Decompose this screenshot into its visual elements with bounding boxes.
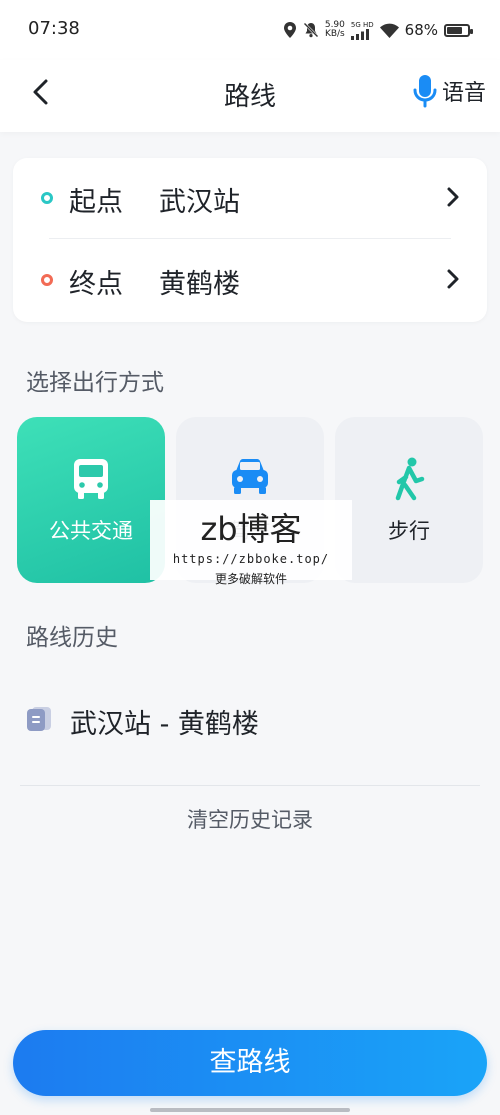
voice-label: 语音 <box>441 81 486 106</box>
signal-icon <box>350 28 369 40</box>
start-dot-icon <box>41 192 53 204</box>
walk-icon <box>395 457 425 501</box>
home-indicator[interactable] <box>150 1108 350 1112</box>
watermark-title: zb博客 <box>200 510 302 548</box>
end-dot-icon <box>41 274 53 286</box>
status-bar: 07:38 5.90 KB/s 5G HD 68% <box>0 0 500 60</box>
start-label: 起点 <box>69 187 123 218</box>
signal-label: 5G HD <box>350 20 374 29</box>
history-section-title: 路线历史 <box>26 625 118 651</box>
watermark-subtitle: 更多破解软件 <box>214 572 287 586</box>
voice-button[interactable]: 语音 <box>412 74 486 108</box>
mode-transit-button[interactable]: 公共交通 <box>17 417 165 583</box>
chevron-right-icon <box>447 269 459 289</box>
end-point-row[interactable]: 终点 黄鹤楼 <box>13 240 487 320</box>
watermark: zb博客 https://zbboke.top/ 更多破解软件 <box>150 500 352 586</box>
network-speed-unit: KB/s <box>324 29 345 39</box>
location-icon <box>283 22 296 38</box>
car-icon <box>232 459 268 494</box>
chevron-right-icon <box>447 187 459 207</box>
network-speed: 5.90 KB/s <box>325 21 345 39</box>
clear-history-button[interactable]: 清空历史记录 <box>0 804 500 834</box>
history-item[interactable]: 武汉站 - 黄鹤楼 <box>0 680 500 764</box>
signal-group: 5G HD <box>350 20 374 40</box>
status-time: 07:38 <box>28 18 80 39</box>
route-divider <box>49 238 451 239</box>
header: 路线 语音 <box>0 60 500 132</box>
history-item-text: 武汉站 - 黄鹤楼 <box>70 709 259 740</box>
bus-icon <box>74 459 108 499</box>
mode-walk-button[interactable]: 步行 <box>335 417 483 583</box>
status-icons: 5.90 KB/s 5G HD 68% <box>283 17 473 43</box>
mute-icon <box>303 22 319 38</box>
mode-walk-label: 步行 <box>388 519 430 543</box>
start-value: 武汉站 <box>159 187 240 218</box>
battery-percent: 68% <box>404 21 438 39</box>
route-card: 起点 武汉站 终点 黄鹤楼 <box>13 158 487 322</box>
mode-section-title: 选择出行方式 <box>26 370 164 396</box>
document-icon <box>27 707 51 731</box>
wifi-icon <box>379 23 399 38</box>
mode-transit-label: 公共交通 <box>49 519 133 543</box>
watermark-url: https://zbboke.top/ <box>172 552 330 566</box>
microphone-icon <box>413 75 437 108</box>
battery-icon <box>444 23 473 37</box>
end-value: 黄鹤楼 <box>159 269 240 300</box>
end-label: 终点 <box>69 269 123 300</box>
history-divider <box>20 785 480 786</box>
start-point-row[interactable]: 起点 武汉站 <box>13 158 487 239</box>
search-route-button[interactable]: 查路线 <box>13 1030 487 1096</box>
